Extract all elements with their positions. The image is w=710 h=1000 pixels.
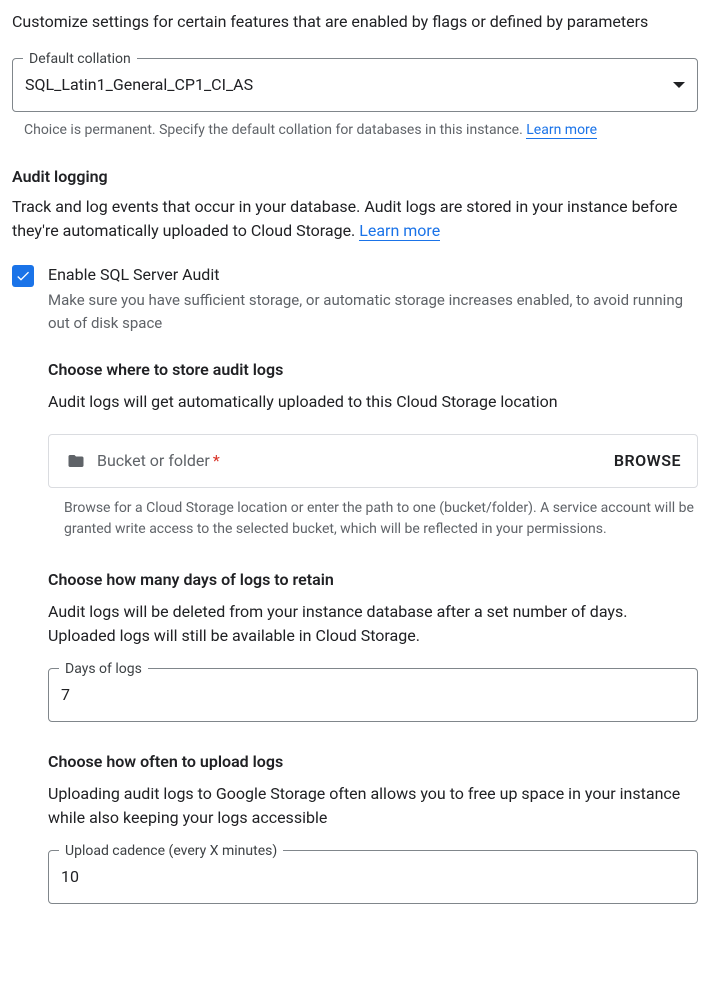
retention-heading: Choose how many days of logs to retain: [48, 568, 698, 592]
days-label: Days of logs: [59, 659, 148, 680]
audit-heading: Audit logging: [12, 165, 698, 189]
days-of-logs-input[interactable]: Days of logs 7: [48, 668, 698, 722]
storage-desc: Audit logs will get automatically upload…: [48, 390, 698, 414]
upload-cadence-input[interactable]: Upload cadence (every X minutes) 10: [48, 850, 698, 904]
enable-audit-checkbox[interactable]: [12, 265, 34, 287]
retention-desc: Audit logs will be deleted from your ins…: [48, 600, 698, 648]
browse-button[interactable]: BROWSE: [614, 449, 681, 473]
storage-heading: Choose where to store audit logs: [48, 358, 698, 382]
bucket-helper: Browse for a Cloud Storage location or e…: [48, 498, 698, 540]
upload-value: 10: [61, 865, 685, 889]
collation-helper: Choice is permanent. Specify the default…: [12, 120, 698, 141]
audit-desc: Track and log events that occur in your …: [12, 195, 698, 243]
intro-text: Customize settings for certain features …: [12, 10, 698, 34]
chevron-down-icon: [673, 82, 685, 88]
required-indicator: *: [213, 451, 220, 470]
upload-label: Upload cadence (every X minutes): [59, 841, 283, 862]
enable-audit-checkbox-row: Enable SQL Server Audit Make sure you ha…: [12, 263, 698, 334]
upload-heading: Choose how often to upload logs: [48, 750, 698, 774]
enable-audit-label: Enable SQL Server Audit: [48, 263, 698, 287]
collation-learn-more-link[interactable]: Learn more: [526, 122, 597, 139]
bucket-input[interactable]: Bucket or folder* BROWSE: [48, 434, 698, 488]
bucket-placeholder: Bucket or folder*: [97, 449, 614, 473]
collation-label: Default collation: [23, 49, 137, 70]
upload-desc: Uploading audit logs to Google Storage o…: [48, 782, 698, 830]
enable-audit-helper: Make sure you have sufficient storage, o…: [48, 289, 698, 334]
check-icon: [15, 268, 31, 284]
default-collation-select[interactable]: Default collation SQL_Latin1_General_CP1…: [12, 58, 698, 112]
collation-value: SQL_Latin1_General_CP1_CI_AS: [25, 73, 253, 97]
folder-icon: [65, 452, 87, 470]
days-value: 7: [61, 683, 685, 707]
audit-learn-more-link[interactable]: Learn more: [359, 221, 440, 241]
